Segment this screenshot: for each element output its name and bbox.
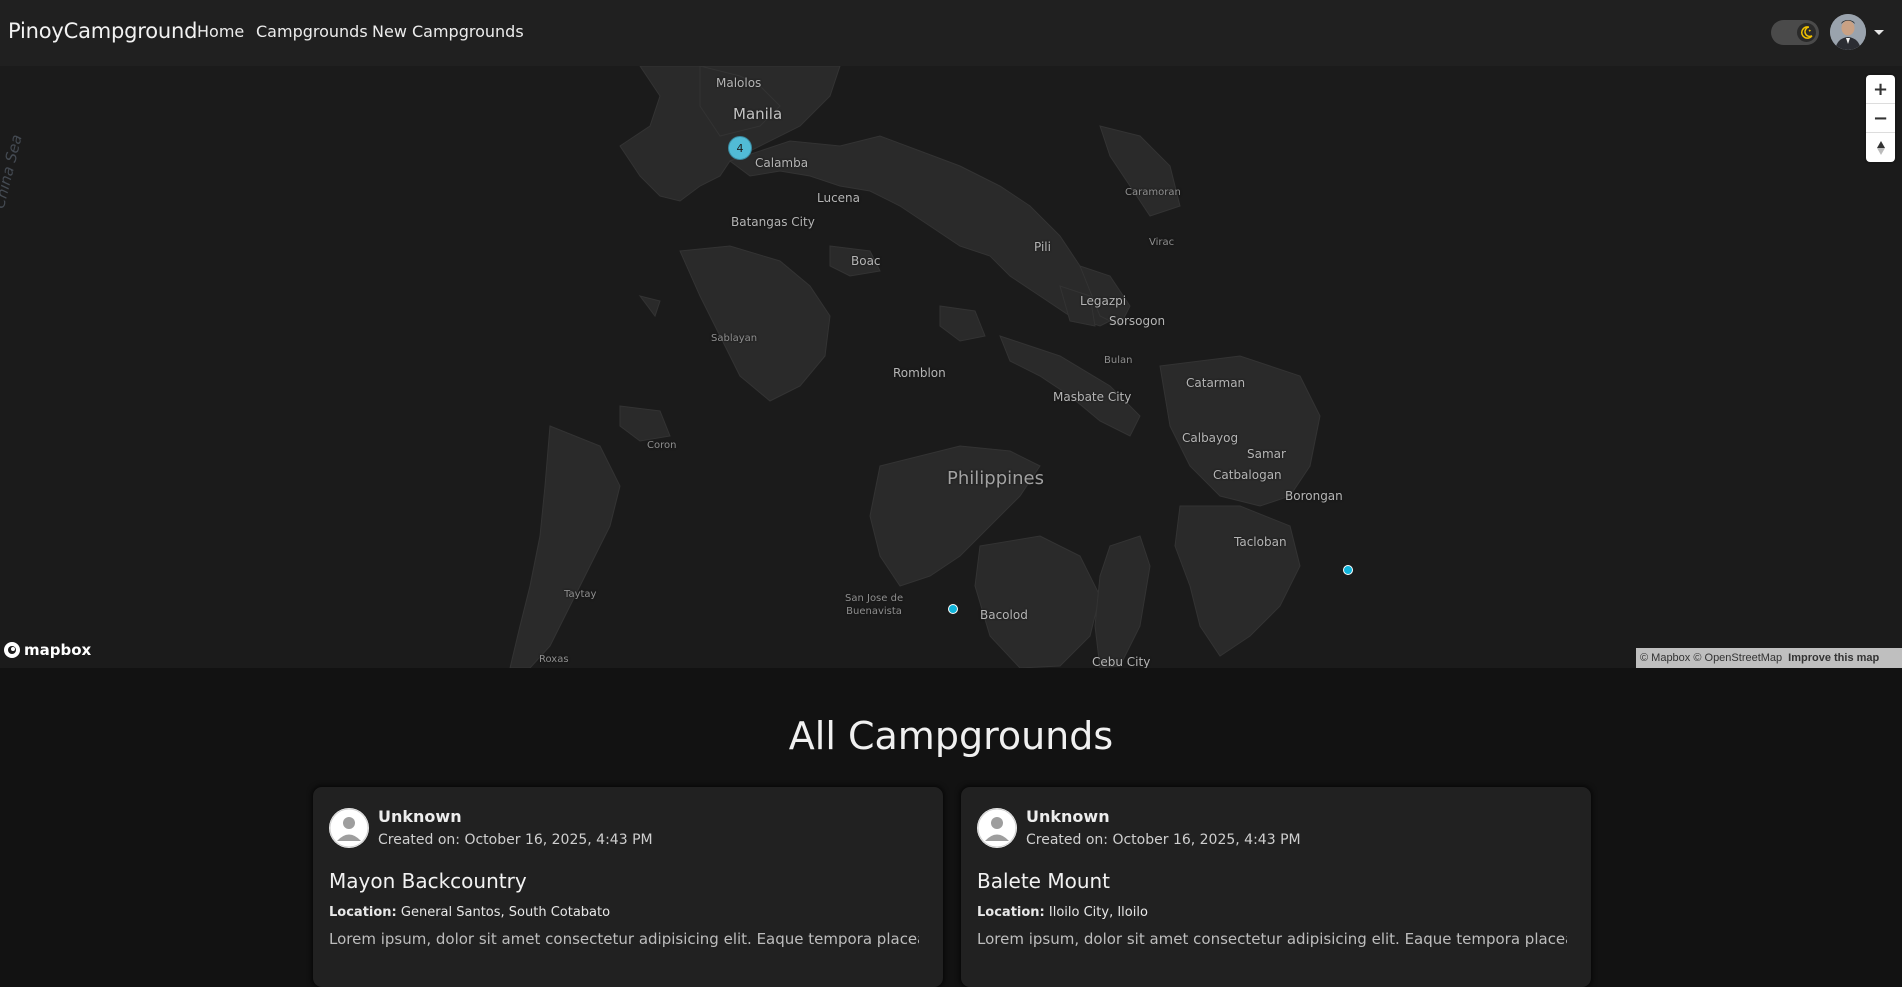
map-label-legazpi: Legazpi — [1080, 294, 1127, 308]
map-label-taytay: Taytay — [564, 589, 597, 600]
map-cluster-marker[interactable]: 4 — [728, 136, 752, 160]
map-landmass — [509, 66, 1321, 668]
map-label-lucena: Lucena — [817, 191, 861, 205]
theme-toggle[interactable] — [1771, 20, 1819, 45]
map-label-coron: Coron — [647, 440, 677, 451]
zoom-out-button[interactable]: − — [1866, 104, 1895, 133]
card-created-date: Created on: October 16, 2025, 4:43 PM — [1026, 832, 1301, 848]
brand-logo[interactable]: PinoyCampground — [8, 19, 197, 43]
map-label-philippines: Philippines — [947, 468, 1044, 489]
card-location: Location: General Santos, South Cotabato — [329, 905, 610, 920]
nav-link-campgrounds[interactable]: Campgrounds — [256, 22, 368, 41]
map-label-caramoran: Caramoran — [1125, 187, 1181, 198]
navbar: PinoyCampground Home Campgrounds New Cam… — [0, 0, 1902, 66]
card-author: Unknown — [1026, 807, 1110, 826]
map-label-batangas: Batangas City — [731, 215, 815, 229]
attribution-text[interactable]: © Mapbox © OpenStreetMap — [1640, 652, 1782, 664]
nav-link-home[interactable]: Home — [197, 22, 244, 41]
map-label-virac: Virac — [1149, 237, 1175, 248]
card-location: Location: Iloilo City, Iloilo — [977, 905, 1148, 920]
mapbox-logo-text: mapbox — [24, 641, 92, 659]
map-zoom-controls: + − — [1866, 75, 1895, 162]
card-title[interactable]: Balete Mount — [977, 869, 1110, 893]
map-label-roxas: Roxas — [539, 654, 569, 665]
card-author: Unknown — [378, 807, 462, 826]
map-label-manila: Manila — [733, 105, 783, 123]
author-avatar — [329, 808, 369, 848]
campground-card[interactable]: Unknown Created on: October 16, 2025, 4:… — [961, 787, 1591, 987]
map-label-tacloban: Tacloban — [1234, 535, 1287, 549]
nav-link-new-campgrounds[interactable]: New Campgrounds — [372, 22, 524, 41]
campground-card[interactable]: Unknown Created on: October 16, 2025, 4:… — [313, 787, 943, 987]
map-label-bulan: Bulan — [1104, 355, 1133, 366]
campground-map[interactable]: China Sea Malolos Manila Calamba Lucena … — [0, 66, 1902, 668]
map-label-calbayog: Calbayog — [1182, 431, 1239, 445]
location-label: Location: — [329, 905, 397, 920]
map-label-malolos: Malolos — [716, 76, 762, 90]
location-label: Location: — [977, 905, 1045, 920]
map-attribution: © Mapbox © OpenStreetMap Improve this ma… — [1636, 648, 1902, 668]
zoom-in-button[interactable]: + — [1866, 75, 1895, 104]
map-label-sorsogon: Sorsogon — [1109, 314, 1166, 328]
map-label-catarman: Catarman — [1186, 376, 1246, 390]
map-campground-pin[interactable] — [948, 604, 958, 614]
map-campground-pin[interactable] — [1343, 565, 1353, 575]
user-avatar[interactable] — [1830, 14, 1866, 50]
compass-icon[interactable] — [1866, 133, 1895, 162]
map-label-calamba: Calamba — [755, 156, 809, 170]
page-title: All Campgrounds — [788, 714, 1114, 758]
map-label-boac: Boac — [851, 254, 881, 268]
location-value: General Santos, South Cotabato — [400, 905, 611, 920]
mapbox-logo[interactable]: mapbox — [3, 641, 91, 659]
card-description: Lorem ipsum, dolor sit amet consectetur … — [329, 930, 919, 948]
map-label-borongan: Borongan — [1285, 489, 1343, 503]
card-description: Lorem ipsum, dolor sit amet consectetur … — [977, 930, 1567, 948]
map-label-bacolod: Bacolod — [980, 608, 1028, 622]
user-dropdown-caret[interactable] — [1874, 30, 1884, 35]
card-created-date: Created on: October 16, 2025, 4:43 PM — [378, 832, 653, 848]
moon-icon — [1797, 23, 1816, 42]
mapbox-logo-icon — [4, 642, 20, 658]
map-label-pili: Pili — [1034, 240, 1051, 254]
map-label-masbate: Masbate City — [1053, 390, 1132, 404]
card-title[interactable]: Mayon Backcountry — [329, 869, 527, 893]
map-label-sablayan: Sablayan — [711, 333, 758, 344]
map-label-catbalogan: Catbalogan — [1213, 468, 1282, 482]
map-label-san-jose: San Jose de Buenavista — [845, 593, 904, 617]
location-value: Iloilo City, Iloilo — [1048, 905, 1148, 920]
map-label-cebu: Cebu City — [1092, 655, 1151, 668]
map-label-samar: Samar — [1247, 447, 1286, 461]
map-label-romblon: Romblon — [893, 366, 946, 380]
improve-map-link[interactable]: Improve this map — [1788, 652, 1879, 664]
author-avatar — [977, 808, 1017, 848]
